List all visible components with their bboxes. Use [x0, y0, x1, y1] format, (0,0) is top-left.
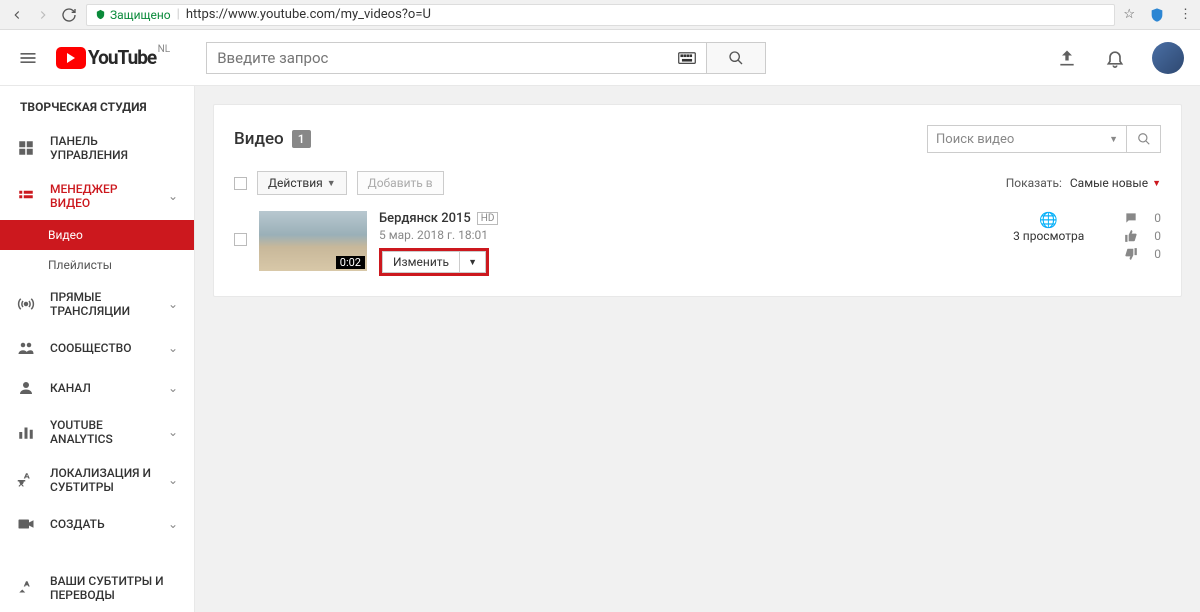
sidebar-label: YOUTUBE ANALYTICS: [50, 418, 154, 446]
video-row: 0:02 Бердянск 2015 HD 5 мар. 2018 г. 18:…: [234, 211, 1161, 276]
edit-dropdown-icon[interactable]: ▼: [460, 254, 485, 271]
sidebar-label: ВАШИ СУБТИТРЫ И ПЕРЕВОДЫ: [50, 574, 178, 602]
chevron-down-icon: ⌄: [168, 189, 178, 203]
channel-icon: [16, 378, 36, 398]
main-content: Видео 1 Поиск видео▼ Действия▼ Добавить …: [195, 86, 1200, 612]
search-button[interactable]: [706, 42, 766, 74]
addto-button: Добавить в: [357, 171, 444, 195]
menu-toggle[interactable]: [16, 46, 40, 70]
secure-label: Защищено: [110, 8, 171, 22]
youtube-header: YouTube NL: [0, 30, 1200, 86]
analytics-icon: [16, 422, 36, 442]
dislike-icon: [1124, 247, 1140, 261]
sidebar-item-dashboard[interactable]: ПАНЕЛЬ УПРАВЛЕНИЯ: [0, 124, 194, 172]
chevron-down-icon: ⌄: [168, 425, 178, 439]
video-manager-icon: [16, 186, 36, 206]
create-icon: [16, 514, 36, 534]
sidebar-item-analytics[interactable]: YOUTUBE ANALYTICS ⌄: [0, 408, 194, 456]
sidebar-label: СОЗДАТЬ: [50, 517, 154, 531]
comment-count: 0: [1154, 211, 1161, 225]
video-duration: 0:02: [336, 256, 365, 269]
sidebar-item-contributions[interactable]: ВАШИ СУБТИТРЫ И ПЕРЕВОДЫ: [0, 564, 194, 612]
sidebar-sub-playlists[interactable]: Плейлисты: [0, 250, 194, 280]
sidebar: ТВОРЧЕСКАЯ СТУДИЯ ПАНЕЛЬ УПРАВЛЕНИЯ МЕНЕ…: [0, 86, 195, 612]
sidebar-item-community[interactable]: СООБЩЕСТВО ⌄: [0, 328, 194, 368]
video-date: 5 мар. 2018 г. 18:01: [379, 228, 1001, 242]
comment-icon: [1124, 211, 1140, 225]
like-icon: [1124, 229, 1140, 243]
live-icon: [16, 294, 36, 314]
community-icon: [16, 338, 36, 358]
browser-toolbar: Защищено | https://www.youtube.com/my_vi…: [0, 0, 1200, 30]
keyboard-icon[interactable]: [668, 42, 706, 74]
show-label: Показать:: [1006, 176, 1062, 190]
video-title[interactable]: Бердянск 2015: [379, 211, 471, 226]
sidebar-label: МЕНЕДЖЕР ВИДЕО: [50, 182, 154, 210]
chevron-down-icon: ⌄: [168, 517, 178, 531]
video-count-badge: 1: [292, 130, 311, 148]
dislike-count: 0: [1154, 247, 1161, 261]
menu-icon[interactable]: ⋮: [1179, 7, 1192, 22]
reload-button[interactable]: [60, 6, 78, 24]
sidebar-item-video-manager[interactable]: МЕНЕДЖЕР ВИДЕО ⌄: [0, 172, 194, 220]
url-text: https://www.youtube.com/my_videos?o=U: [186, 7, 431, 22]
notifications-icon[interactable]: [1104, 47, 1126, 69]
play-icon: [56, 47, 86, 69]
chevron-down-icon: ⌄: [168, 473, 178, 487]
sidebar-label: ПАНЕЛЬ УПРАВЛЕНИЯ: [50, 134, 178, 162]
sort-dropdown[interactable]: Самые новые▼: [1070, 176, 1161, 190]
chevron-down-icon: ⌄: [168, 297, 178, 311]
upload-icon[interactable]: [1056, 47, 1078, 69]
sidebar-label: ПРЯМЫЕ ТРАНСЛЯЦИИ: [50, 290, 154, 318]
search-input[interactable]: [206, 42, 668, 74]
sidebar-label: ЛОКАЛИЗАЦИЯ И СУБТИТРЫ: [50, 466, 154, 494]
sidebar-label: СООБЩЕСТВО: [50, 341, 154, 355]
sidebar-item-create[interactable]: СОЗДАТЬ ⌄: [0, 504, 194, 544]
star-icon[interactable]: ☆: [1123, 7, 1135, 22]
back-button[interactable]: [8, 6, 26, 24]
translate-icon: [16, 470, 36, 490]
sidebar-item-localization[interactable]: ЛОКАЛИЗАЦИЯ И СУБТИТРЫ ⌄: [0, 456, 194, 504]
dashboard-icon: [16, 138, 36, 158]
view-count: 3 просмотра: [1013, 229, 1084, 243]
actions-button[interactable]: Действия▼: [257, 171, 347, 195]
search-form: [206, 42, 766, 74]
subtitles-icon: [16, 578, 36, 598]
sidebar-item-live[interactable]: ПРЯМЫЕ ТРАНСЛЯЦИИ ⌄: [0, 280, 194, 328]
user-avatar[interactable]: [1152, 42, 1184, 74]
edit-button[interactable]: Изменить ▼: [379, 248, 489, 276]
video-search-input[interactable]: Поиск видео▼: [927, 125, 1127, 153]
country-code: NL: [158, 44, 171, 55]
sidebar-sub-videos[interactable]: Видео: [0, 220, 194, 250]
address-bar[interactable]: Защищено | https://www.youtube.com/my_vi…: [86, 4, 1115, 26]
studio-title: ТВОРЧЕСКАЯ СТУДИЯ: [0, 86, 194, 124]
page-title: Видео: [234, 129, 284, 149]
select-all-checkbox[interactable]: [234, 177, 247, 190]
globe-icon: 🌐: [1013, 211, 1084, 229]
secure-indicator: Защищено: [95, 8, 171, 22]
youtube-logo[interactable]: YouTube NL: [56, 46, 156, 69]
video-checkbox[interactable]: [234, 233, 247, 246]
shield-icon[interactable]: [1149, 7, 1165, 23]
sidebar-label: КАНАЛ: [50, 381, 154, 395]
hd-badge: HD: [477, 212, 499, 225]
video-search-button[interactable]: [1127, 125, 1161, 153]
chevron-down-icon: ⌄: [168, 381, 178, 395]
chevron-down-icon: ⌄: [168, 341, 178, 355]
sidebar-item-channel[interactable]: КАНАЛ ⌄: [0, 368, 194, 408]
forward-button: [34, 6, 52, 24]
like-count: 0: [1154, 229, 1161, 243]
video-thumbnail[interactable]: 0:02: [259, 211, 367, 271]
logo-text: YouTube: [88, 46, 156, 69]
